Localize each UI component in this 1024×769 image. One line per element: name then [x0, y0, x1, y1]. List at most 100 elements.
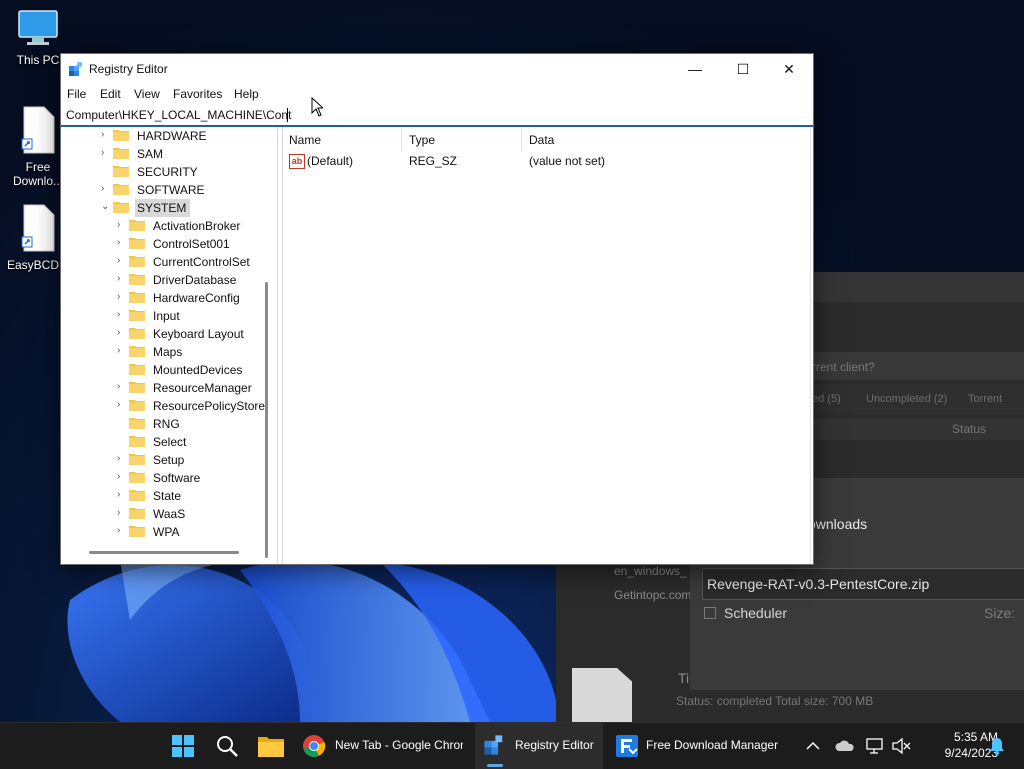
address-input[interactable]: Computer\HKEY_LOCAL_MACHINE\Cont: [66, 108, 291, 122]
tree-node-label: Select: [153, 435, 187, 449]
chevron-right-icon[interactable]: ›: [117, 525, 127, 537]
close-button[interactable]: ✕: [766, 54, 812, 84]
search-button[interactable]: [210, 723, 244, 769]
fdm-status-line: Status: completed Total size: 700 MB: [676, 694, 874, 708]
folder-icon: [129, 238, 145, 249]
pane-border: [810, 127, 811, 564]
tree-vertical-scrollbar[interactable]: [265, 282, 268, 558]
tree-node-label: WaaS: [153, 507, 186, 521]
windows-logo-icon: [172, 735, 194, 757]
tray-network[interactable]: [864, 723, 886, 769]
notification-button[interactable]: [986, 723, 1008, 769]
taskbar-app-chrome[interactable]: New Tab - Google Chrome: [296, 723, 468, 769]
fdm-tab-uncompleted[interactable]: Uncompleted (2): [866, 393, 947, 405]
chevron-right-icon[interactable]: ›: [117, 471, 127, 483]
registry-tree-pane[interactable]: › HARDWARE › SAM SECURITY › SOFTWARE ⌄ S…: [61, 127, 275, 564]
tray-onedrive[interactable]: [834, 723, 856, 769]
monitor-icon: [18, 10, 58, 45]
table-row[interactable]: ab (Default) REG_SZ (value not set): [283, 153, 811, 171]
tree-node-label: State: [153, 489, 182, 503]
menu-edit[interactable]: Edit: [100, 87, 121, 101]
tree-node-label: HardwareConfig: [153, 291, 240, 305]
mouse-cursor-icon: [311, 97, 323, 117]
tray-volume[interactable]: [890, 723, 912, 769]
column-type[interactable]: Type: [409, 133, 435, 147]
tree-node-label: SYSTEM: [135, 199, 191, 217]
column-divider[interactable]: [521, 129, 522, 151]
tree-node-label: Setup: [153, 453, 185, 467]
menu-view[interactable]: View: [134, 87, 160, 101]
file-shortcut-icon: [21, 106, 55, 154]
address-bar[interactable]: Computer\HKEY_LOCAL_MACHINE\Cont: [61, 105, 813, 127]
menu-help[interactable]: Help: [234, 87, 259, 101]
tray-overflow-button[interactable]: [804, 723, 822, 769]
chevron-right-icon[interactable]: ›: [117, 381, 127, 393]
folder-icon: [113, 184, 129, 195]
fdm-column-status[interactable]: Status: [952, 422, 986, 436]
column-divider[interactable]: [401, 129, 402, 151]
tree-expander: [117, 435, 127, 447]
start-button[interactable]: [166, 723, 200, 769]
minimize-button[interactable]: —: [672, 54, 718, 84]
folder-icon: [129, 418, 145, 429]
menu-favorites[interactable]: Favorites: [173, 87, 222, 101]
checkbox-icon[interactable]: [704, 607, 716, 619]
tree-node-label: HARDWARE: [137, 129, 207, 143]
download-filename-value: Revenge-RAT-v0.3-PentestCore.zip: [707, 576, 930, 592]
chevron-right-icon[interactable]: ›: [101, 129, 111, 141]
value-name: (Default): [307, 154, 354, 168]
chevron-down-icon[interactable]: ⌄: [101, 201, 111, 213]
tree-node-label: CurrentControlSet: [153, 255, 250, 269]
tree-horizontal-scrollbar[interactable]: [89, 551, 239, 554]
chevron-right-icon[interactable]: ›: [117, 399, 127, 411]
window-titlebar[interactable]: Registry Editor — ☐ ✕: [61, 54, 813, 84]
fdm-icon: [616, 735, 638, 757]
column-name[interactable]: Name: [289, 133, 321, 147]
folder-icon: [113, 166, 129, 177]
chevron-right-icon[interactable]: ›: [101, 147, 111, 159]
column-data[interactable]: Data: [529, 133, 554, 147]
bell-icon: [990, 738, 1004, 755]
tree-node-label: ControlSet001: [153, 237, 230, 251]
tree-node-label: ActivationBroker: [153, 219, 241, 233]
tree-node-label: SAM: [137, 147, 164, 161]
chevron-right-icon[interactable]: ›: [117, 453, 127, 465]
scheduler-checkbox[interactable]: Scheduler: [704, 605, 787, 621]
registry-editor-window[interactable]: Registry Editor — ☐ ✕ File Edit View Fav…: [60, 53, 814, 565]
chevron-right-icon[interactable]: ›: [117, 237, 127, 249]
taskbar-app-label: Free Download Manager: [646, 738, 779, 752]
chevron-right-icon[interactable]: ›: [101, 183, 111, 195]
menu-file[interactable]: File: [67, 87, 86, 101]
chevron-right-icon[interactable]: ›: [117, 291, 127, 303]
window-title: Registry Editor: [89, 62, 168, 76]
scheduler-label: Scheduler: [724, 605, 788, 621]
folder-icon: [129, 274, 145, 285]
taskbar-app-free-download-manager[interactable]: Free Download Manager: [606, 723, 782, 769]
folder-icon: [129, 220, 145, 231]
folder-icon: [129, 454, 145, 465]
download-filename-field[interactable]: Revenge-RAT-v0.3-PentestCore.zip: [702, 568, 1024, 600]
chevron-right-icon[interactable]: ›: [117, 507, 127, 519]
tree-node-label: Keyboard Layout: [153, 327, 244, 341]
registry-values-pane[interactable]: Name Type Data ab (Default) REG_SZ (valu…: [283, 127, 811, 564]
file-explorer-button[interactable]: [254, 723, 288, 769]
chevron-right-icon[interactable]: ›: [117, 345, 127, 357]
chevron-right-icon[interactable]: ›: [117, 489, 127, 501]
chevron-right-icon[interactable]: ›: [117, 255, 127, 267]
fdm-tab-completed[interactable]: ed (5): [812, 393, 841, 405]
chevron-right-icon[interactable]: ›: [117, 327, 127, 339]
fdm-tab-torrent[interactable]: Torrent: [968, 393, 1002, 405]
taskbar-app-label: New Tab - Google Chrome: [335, 738, 463, 752]
folder-icon: [129, 382, 145, 393]
maximize-button[interactable]: ☐: [720, 54, 766, 84]
taskbar-app-registry-editor[interactable]: Registry Editor: [475, 723, 603, 769]
chevron-right-icon[interactable]: ›: [117, 309, 127, 321]
folder-icon: [129, 292, 145, 303]
chevron-right-icon[interactable]: ›: [117, 219, 127, 231]
search-icon: [217, 736, 238, 757]
values-column-header: Name Type Data: [283, 129, 811, 151]
chevron-right-icon[interactable]: ›: [117, 273, 127, 285]
folder-icon: [129, 436, 145, 447]
menu-bar: File Edit View Favorites Help: [61, 85, 813, 105]
tree-node-label: WPA: [153, 525, 180, 539]
